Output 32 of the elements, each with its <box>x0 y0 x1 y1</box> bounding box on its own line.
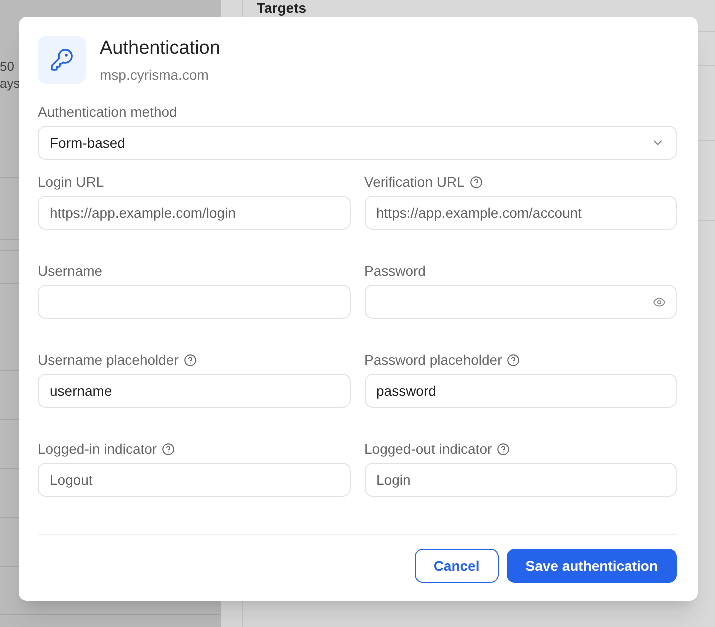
cancel-button[interactable]: Cancel <box>414 549 499 583</box>
cell-text: ays <box>0 75 20 92</box>
field-label: Authentication method <box>38 103 178 122</box>
field-label: Verification URL <box>364 173 465 192</box>
help-icon[interactable] <box>507 354 520 366</box>
input-field[interactable]: Logout <box>38 463 350 497</box>
field-label: Password placeholder <box>364 351 502 370</box>
column-header: Targets <box>257 0 307 16</box>
field-label: Login URL <box>38 173 104 192</box>
input-field[interactable]: https://app.example.com/login <box>38 196 350 230</box>
save-button[interactable]: Save authentication <box>506 549 677 583</box>
input-field[interactable]: https://app.example.com/account <box>364 196 677 230</box>
key-icon <box>38 36 86 84</box>
dialog-title: Authentication <box>100 37 220 61</box>
cell-text: 50 <box>0 58 14 75</box>
input-field[interactable] <box>38 285 350 319</box>
help-icon[interactable] <box>184 354 197 366</box>
help-icon[interactable] <box>162 442 176 456</box>
eye-icon[interactable] <box>653 296 666 308</box>
input-field[interactable]: Login <box>364 463 677 497</box>
field-label: Username <box>38 262 103 281</box>
input-field[interactable]: username <box>38 374 350 408</box>
help-icon[interactable] <box>497 442 510 456</box>
field-label: Logged-in indicator <box>38 440 158 459</box>
method-select[interactable]: Form-based <box>38 126 677 160</box>
field-label: Username placeholder <box>38 351 179 370</box>
help-icon[interactable] <box>470 176 483 188</box>
field-label: Password <box>364 262 426 281</box>
dialog-subtitle: msp.cyrisma.com <box>100 66 209 85</box>
field-label: Logged-out indicator <box>364 440 492 459</box>
input-field[interactable]: password <box>364 374 677 408</box>
password-field[interactable] <box>364 285 677 319</box>
